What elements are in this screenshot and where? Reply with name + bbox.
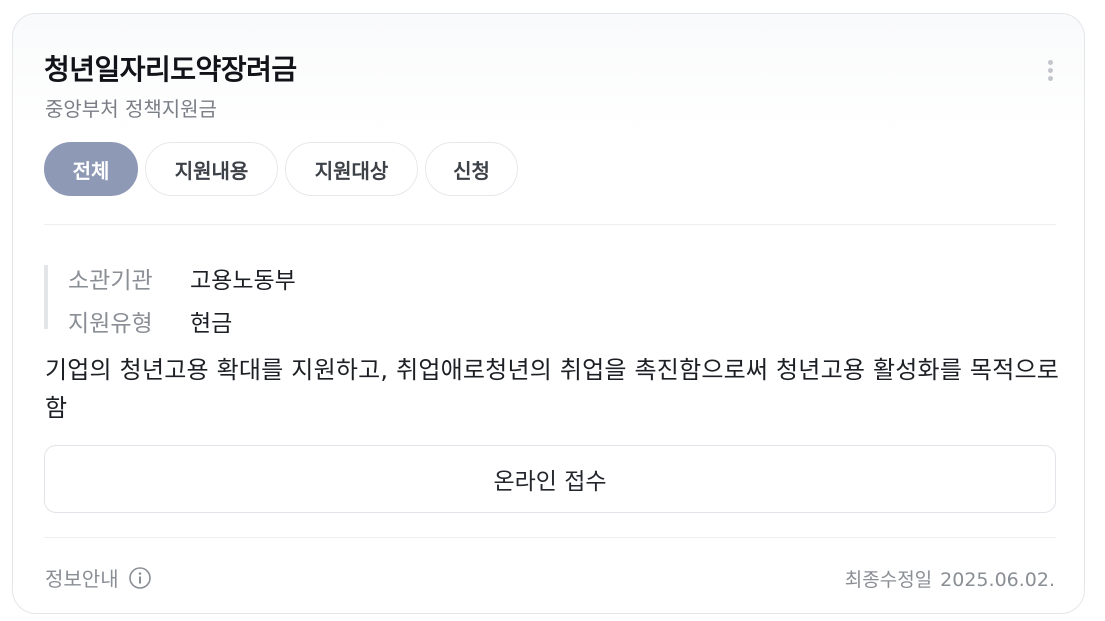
page-title: 청년일자리도약장려금 bbox=[44, 53, 297, 86]
info-circle-icon bbox=[128, 566, 151, 589]
last-modified-date: 2025.06.02. bbox=[940, 569, 1055, 591]
info-row-agency: 소관기관 고용노동부 bbox=[68, 261, 296, 295]
policy-card: 청년일자리도약장려금 중앙부처 정책지원금 전체 지원내용 지원대상 신청 소관… bbox=[12, 13, 1085, 614]
last-modified-label: 최종수정일 bbox=[844, 569, 933, 591]
divider-top bbox=[44, 224, 1056, 225]
online-apply-button[interactable]: 온라인 접수 bbox=[44, 445, 1056, 513]
tab-support-target[interactable]: 지원대상 bbox=[285, 142, 418, 196]
info-value-type: 현금 bbox=[190, 311, 233, 337]
divider-bottom bbox=[44, 537, 1056, 538]
info-guide-label: 정보안내 bbox=[45, 567, 119, 591]
more-options-icon[interactable] bbox=[1043, 58, 1059, 84]
info-guide-link[interactable]: 정보안내 bbox=[45, 563, 151, 592]
tab-apply[interactable]: 신청 bbox=[425, 142, 518, 196]
info-value-agency: 고용노동부 bbox=[190, 268, 296, 294]
policy-description: 기업의 청년고용 확대를 지원하고, 취업애로청년의 취업을 촉진함으로써 청년… bbox=[45, 356, 1060, 422]
last-modified: 최종수정일 2025.06.02. bbox=[845, 565, 1055, 592]
info-block: 소관기관 고용노동부 지원유형 현금 bbox=[44, 265, 448, 337]
info-row-type: 지원유형 현금 bbox=[68, 304, 232, 338]
category-subtitle: 중앙부처 정책지원금 bbox=[45, 97, 217, 121]
tab-support-content[interactable]: 지원내용 bbox=[145, 142, 278, 196]
info-key-type: 지원유형 bbox=[68, 311, 153, 337]
tab-all[interactable]: 전체 bbox=[44, 142, 138, 196]
info-key-agency: 소관기관 bbox=[68, 268, 153, 294]
